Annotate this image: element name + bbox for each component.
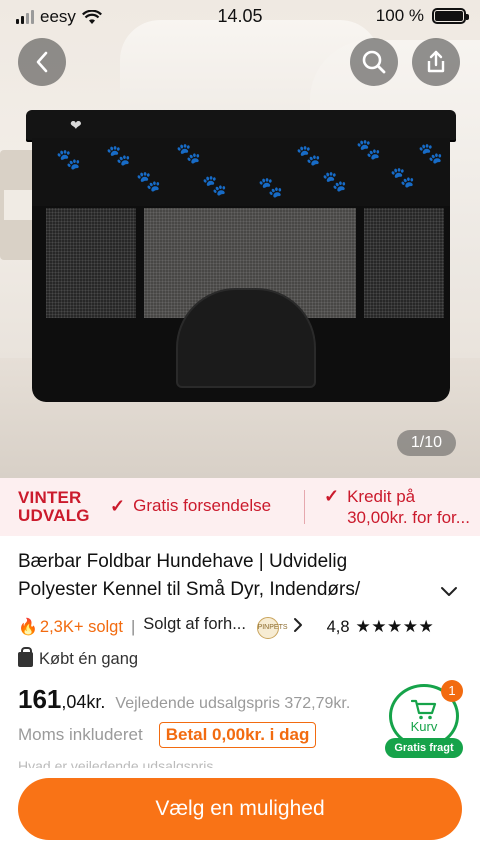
cart-label: Kurv (410, 718, 438, 734)
credit-promo: ✓ Kredit på 30,00kr. for for... (324, 486, 470, 528)
promo-strip[interactable]: VINTER UDVALG ✓ Gratis forsendelse ✓ Kre… (0, 478, 480, 536)
seller-link[interactable]: Solgt af forh... PINPETS (143, 615, 288, 639)
product-title: Bærbar Foldbar Hundehave | Udvidelig Pol… (18, 551, 361, 600)
seller-chevron[interactable] (293, 617, 303, 638)
product-meta-row: 🔥 2,3K+ solgt | Solgt af forh... PINPETS… (18, 614, 468, 640)
status-bar: eesy 14.05 100 % (0, 0, 480, 34)
meta-divider: | (130, 617, 136, 636)
price-decimal: ,04kr. (61, 692, 106, 712)
back-button[interactable] (18, 38, 66, 86)
price-integer: 161 (18, 684, 62, 714)
reference-price-info[interactable]: Hvad er vejledende udsalgspris (18, 758, 213, 768)
tax-note: Moms inkluderet (18, 725, 143, 744)
sold-label: 2,3K+ solgt (39, 617, 123, 636)
seller-logo: PINPETS (256, 617, 288, 639)
back-icon (36, 51, 48, 73)
free-shipping-label: Gratis forsendelse (133, 496, 272, 515)
winter-sale-badge: VINTER UDVALG (0, 489, 100, 525)
image-counter: 1/10 (396, 430, 456, 456)
chevron-down-icon (441, 587, 457, 596)
seller-label: Solgt af forh... (143, 615, 246, 633)
kennel-illustration: ❤ 🐾 🐾 🐾 🐾 🐾 🐾 🐾 🐾 🐾 🐾 🐾 (26, 110, 456, 402)
cart-icon (411, 699, 437, 719)
cart-count-badge: 1 (441, 680, 463, 702)
select-option-button[interactable]: Vælg en mulighed (18, 778, 462, 840)
rating-stars[interactable]: ★★★★★ (356, 617, 435, 637)
bought-once-note: Købt én gang (18, 647, 139, 669)
free-shipping-promo: ✓ Gratis forsendelse (110, 496, 271, 517)
bottom-bar: Vælg en mulighed (0, 770, 480, 852)
sold-count: 🔥 2,3K+ solgt (18, 617, 123, 637)
bought-once-label: Købt én gang (39, 650, 139, 668)
price-row: 161 ,04kr. Vejledende udsalgspris 372,79… (18, 684, 350, 715)
credit-line2: 30,00kr. for for... (347, 508, 470, 527)
chevron-right-icon (293, 617, 302, 632)
search-button[interactable] (350, 38, 398, 86)
tax-row: Moms inkluderet Betal 0,00kr. i dag (18, 722, 317, 748)
product-image[interactable]: ❤ 🐾 🐾 🐾 🐾 🐾 🐾 🐾 🐾 🐾 🐾 🐾 (0, 0, 480, 478)
flame-icon: 🔥 (18, 619, 38, 636)
check-icon: ✓ (324, 486, 340, 506)
winter-sale-line1: VINTER (18, 488, 82, 507)
winter-sale-line2: UDVALG (18, 506, 90, 525)
pay-today-badge: Betal 0,00kr. i dag (158, 722, 317, 748)
share-button[interactable] (412, 38, 460, 86)
cart-free-shipping: Gratis fragt (385, 738, 463, 758)
cart-button[interactable]: Kurv 1 Gratis fragt (385, 680, 463, 762)
check-icon: ✓ (110, 496, 126, 516)
battery-icon (432, 8, 469, 24)
rating-value[interactable]: 4,8 (327, 618, 350, 637)
search-icon (362, 50, 386, 74)
bag-icon (18, 647, 33, 667)
expand-title-button[interactable] (440, 582, 458, 603)
battery-percent: 100 % (375, 6, 424, 25)
promo-divider (304, 490, 305, 524)
reference-price: Vejledende udsalgspris 372,79kr. (115, 695, 351, 712)
share-icon (427, 50, 445, 73)
credit-line1: Kredit på (347, 487, 416, 506)
